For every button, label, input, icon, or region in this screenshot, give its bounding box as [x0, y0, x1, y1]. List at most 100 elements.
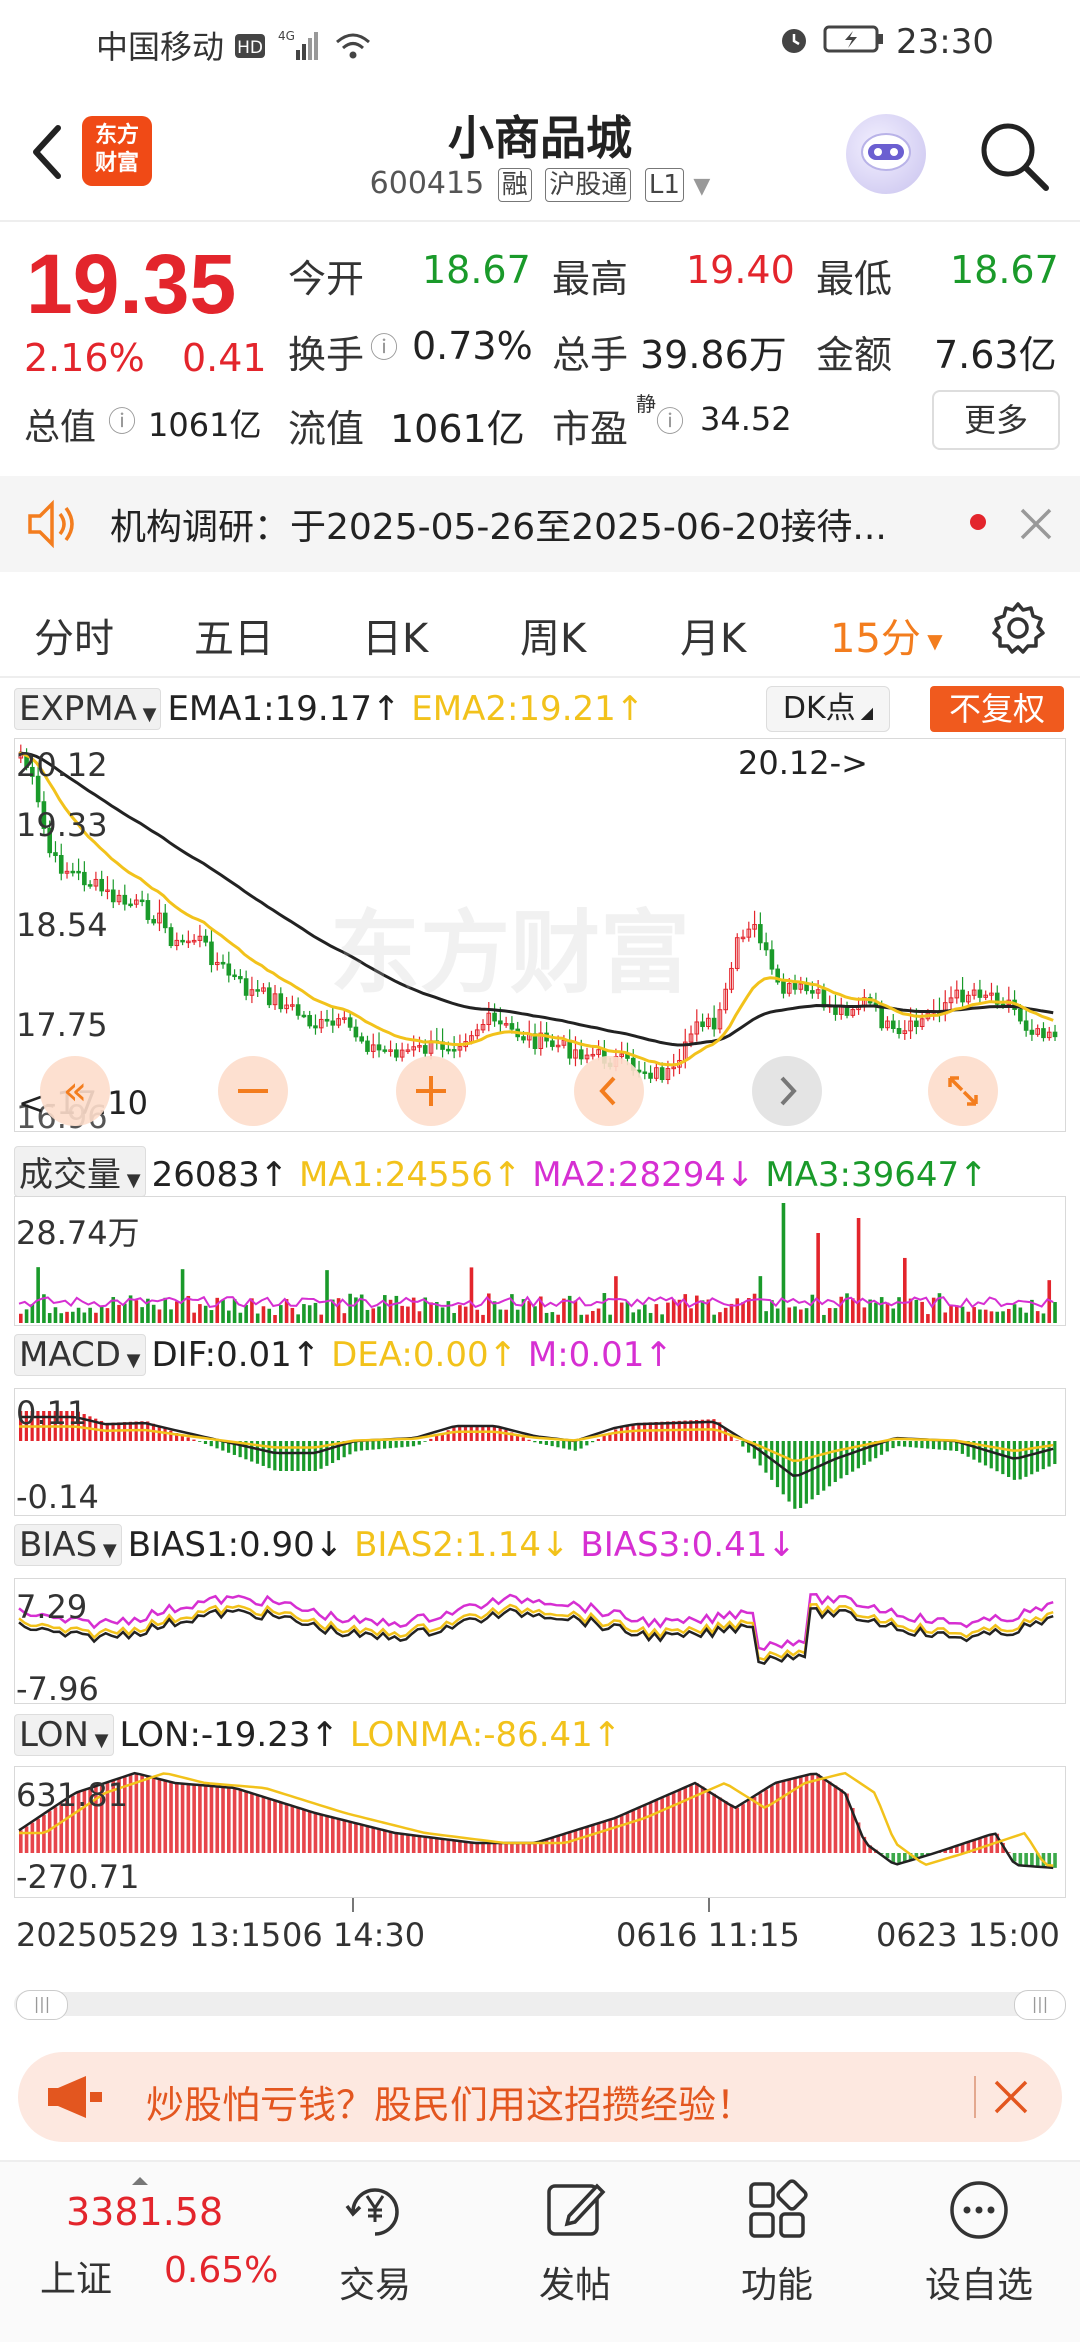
- lon-indicator-select[interactable]: LON ▼: [14, 1714, 114, 1756]
- settings-gear-icon[interactable]: [990, 600, 1046, 656]
- lon-bar: [383, 1830, 387, 1853]
- volume-bar: [926, 1314, 930, 1323]
- macd-bar: [163, 1428, 167, 1441]
- tab-daily-k[interactable]: 日K: [362, 606, 428, 664]
- volume-bar: [735, 1298, 740, 1323]
- search-button[interactable]: [976, 118, 1052, 194]
- lon-panel[interactable]: [14, 1766, 1066, 1898]
- candle-body: [492, 1012, 497, 1022]
- scroll-left-fast-button[interactable]: «: [40, 1056, 110, 1126]
- volume-bar: [1001, 1311, 1005, 1323]
- no-adjust-button[interactable]: 不复权: [930, 686, 1064, 732]
- volume-bar: [695, 1295, 699, 1323]
- candle-body: [53, 852, 58, 857]
- index-name[interactable]: 上证: [40, 2250, 112, 2302]
- lon-bar: [1018, 1853, 1023, 1866]
- index-value[interactable]: 3381.58: [66, 2190, 223, 2234]
- zoom-out-button[interactable]: [218, 1056, 288, 1126]
- tab-five-day[interactable]: 五日: [194, 606, 274, 664]
- volume-bar: [255, 1313, 260, 1323]
- volume-bar: [105, 1308, 110, 1323]
- volume-bar: [227, 1310, 231, 1323]
- amount-label: 金额: [816, 333, 893, 377]
- range-slider-right-handle[interactable]: |||: [1014, 1990, 1066, 2020]
- lon-bar: [556, 1836, 560, 1853]
- lon-bar: [163, 1780, 168, 1853]
- volume-panel[interactable]: [14, 1196, 1066, 1326]
- macd-bar: [544, 1441, 548, 1445]
- volume-bar: [203, 1305, 208, 1323]
- low-label: 最低: [816, 257, 893, 301]
- volume-bar: [123, 1303, 127, 1323]
- nav-post[interactable]: 发帖: [500, 2178, 650, 2308]
- tab-monthly-k[interactable]: 月K: [680, 606, 746, 664]
- time-tick: [708, 1898, 710, 1912]
- tab-minute[interactable]: 分时: [34, 606, 114, 664]
- zoom-in-button[interactable]: [396, 1056, 466, 1126]
- macd-bar: [267, 1441, 271, 1469]
- scroll-right-button[interactable]: [752, 1056, 822, 1126]
- more-button[interactable]: 更多: [932, 390, 1060, 450]
- candle-body: [890, 1020, 896, 1029]
- volume-bar: [388, 1299, 393, 1323]
- volume-ma2: MA2:28294↓: [532, 1155, 755, 1195]
- lon-bar: [747, 1800, 751, 1853]
- macd-bar: [1053, 1441, 1057, 1465]
- lon-bar: [221, 1786, 225, 1853]
- tab-weekly-k[interactable]: 周K: [520, 606, 586, 664]
- tab-15min[interactable]: 15分 ▼: [830, 606, 943, 664]
- dk-point-button[interactable]: DK点 ◢: [766, 686, 890, 732]
- volume-bar: [175, 1301, 179, 1323]
- macd-bar: [365, 1441, 369, 1451]
- bias2-value: BIAS2:1.14↓: [354, 1525, 570, 1565]
- volume-bar: [741, 1302, 745, 1323]
- macd-bar: [435, 1436, 439, 1441]
- nav-trade[interactable]: 交易: [300, 2178, 450, 2308]
- macd-bar: [192, 1439, 196, 1441]
- range-slider[interactable]: [14, 1992, 1066, 2016]
- notice-bar[interactable]: 机构调研：于2025-05-26至2025-06-20接待...: [0, 476, 1080, 572]
- pe-label: 市盈: [552, 407, 629, 451]
- macd-bar: [567, 1441, 572, 1450]
- volume-bar: [47, 1313, 52, 1323]
- scroll-left-button[interactable]: [574, 1056, 644, 1126]
- bias-panel[interactable]: [14, 1578, 1066, 1704]
- volume-bar: [232, 1298, 237, 1323]
- close-icon[interactable]: [992, 2078, 1030, 2116]
- volume-bar: [556, 1314, 560, 1323]
- macd-panel[interactable]: [14, 1388, 1066, 1516]
- candle-body: [382, 1049, 388, 1052]
- lon-bar: [146, 1775, 150, 1853]
- nav-add-watchlist[interactable]: 设自选: [904, 2178, 1054, 2308]
- volume-bar: [296, 1314, 300, 1323]
- index-change-pct[interactable]: 0.65%: [164, 2250, 278, 2291]
- info-icon[interactable]: ⓘ: [656, 400, 684, 440]
- range-slider-left-handle[interactable]: |||: [16, 1990, 68, 2020]
- macd-bar: [458, 1426, 462, 1441]
- fullscreen-button[interactable]: [928, 1056, 998, 1126]
- chevron-right-icon: [780, 1076, 797, 1106]
- lon-bar: [683, 1788, 688, 1853]
- volume-bar: [157, 1309, 162, 1323]
- macd-bar: [631, 1424, 635, 1441]
- macd-indicator-select[interactable]: MACD ▼: [14, 1334, 146, 1376]
- volume-bar: [839, 1296, 844, 1323]
- stock-code: 600415: [369, 166, 485, 201]
- bias-indicator-select[interactable]: BIAS ▼: [14, 1524, 122, 1566]
- info-icon[interactable]: ⓘ: [370, 326, 398, 366]
- promo-banner[interactable]: 炒股怕亏钱？股民们用这招攒经验！: [18, 2052, 1062, 2142]
- volume-indicator-select[interactable]: 成交量 ▼: [14, 1146, 146, 1197]
- macd-bar: [423, 1441, 427, 1442]
- lon-bar: [804, 1775, 809, 1853]
- candle-body: [58, 855, 64, 874]
- main-indicator-select[interactable]: EXPMA ▼: [14, 688, 162, 730]
- close-icon[interactable]: [1018, 506, 1054, 542]
- volume-bar: [978, 1309, 982, 1323]
- nav-functions[interactable]: 功能: [702, 2178, 852, 2308]
- assistant-robot-avatar[interactable]: [846, 114, 926, 194]
- macd-bar: [995, 1441, 999, 1472]
- candle-body: [99, 878, 104, 892]
- info-icon[interactable]: ⓘ: [108, 400, 136, 440]
- volume-bar: [371, 1308, 376, 1323]
- lon-bar: [319, 1814, 324, 1853]
